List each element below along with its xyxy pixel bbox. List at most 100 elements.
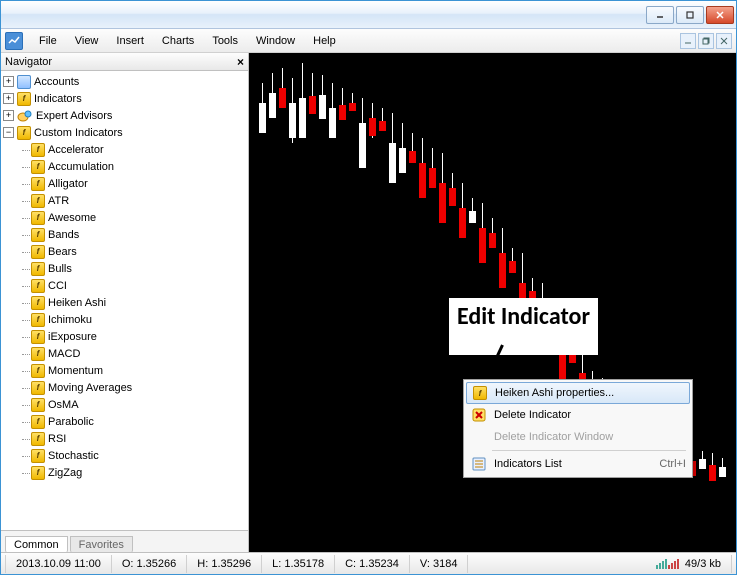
tree-custom-item[interactable]: fAwesome: [3, 209, 246, 226]
status-high: H: 1.35296: [187, 555, 262, 573]
menu-charts[interactable]: Charts: [154, 32, 202, 50]
menu-view[interactable]: View: [67, 32, 107, 50]
expand-icon[interactable]: +: [3, 110, 14, 121]
close-button[interactable]: [706, 6, 734, 24]
status-conn-text: 49/3 kb: [685, 558, 721, 570]
main-area: Navigator × + Accounts + f Indicators + …: [1, 53, 736, 552]
fx-icon: f: [31, 160, 45, 174]
navigator-header: Navigator ×: [1, 53, 248, 71]
minimize-button[interactable]: [646, 6, 674, 24]
ctx-indicators-list[interactable]: Indicators List Ctrl+I: [466, 453, 690, 475]
statusbar: 2013.10.09 11:00 O: 1.35266 H: 1.35296 L…: [1, 552, 736, 574]
tree-custom-item[interactable]: fiExposure: [3, 328, 246, 345]
tree-custom-item[interactable]: fParabolic: [3, 413, 246, 430]
tree-accounts[interactable]: + Accounts: [3, 73, 246, 90]
ctx-label: Delete Indicator Window: [494, 431, 613, 443]
tree-custom-item[interactable]: fMomentum: [3, 362, 246, 379]
tree-custom-item[interactable]: fStochastic: [3, 447, 246, 464]
tree-label: MACD: [48, 348, 80, 360]
tree-label: iExposure: [48, 331, 97, 343]
fx-icon: f: [31, 228, 45, 242]
fx-icon: f: [31, 364, 45, 378]
tree-label: Bears: [48, 246, 77, 258]
fx-icon: f: [31, 432, 45, 446]
ctx-properties[interactable]: f Heiken Ashi properties...: [466, 382, 690, 404]
tree-expert-advisors[interactable]: + Expert Advisors: [3, 107, 246, 124]
tree-custom-item[interactable]: fMACD: [3, 345, 246, 362]
tree-label: Momentum: [48, 365, 103, 377]
maximize-button[interactable]: [676, 6, 704, 24]
status-open: O: 1.35266: [112, 555, 187, 573]
tree-label: Heiken Ashi: [48, 297, 106, 309]
titlebar: [1, 1, 736, 29]
fx-icon: f: [31, 398, 45, 412]
fx-icon: f: [31, 415, 45, 429]
tree-custom-item[interactable]: fBands: [3, 226, 246, 243]
ctx-label: Delete Indicator: [494, 409, 571, 421]
tree-label: Ichimoku: [48, 314, 92, 326]
annotation-label: Edit Indicator: [449, 298, 598, 355]
ctx-delete-indicator[interactable]: Delete Indicator: [466, 404, 690, 426]
tree-custom-item[interactable]: fZigZag: [3, 464, 246, 481]
menu-window[interactable]: Window: [248, 32, 303, 50]
delete-icon: [470, 406, 488, 424]
mdi-restore-button[interactable]: [698, 33, 714, 49]
navigator-tree[interactable]: + Accounts + f Indicators + Expert Advis…: [1, 71, 248, 530]
ctx-label: Heiken Ashi properties...: [495, 387, 614, 399]
menu-help[interactable]: Help: [305, 32, 344, 50]
tree-label: Accounts: [34, 76, 79, 88]
fx-icon: f: [31, 449, 45, 463]
menu-tools[interactable]: Tools: [204, 32, 246, 50]
fx-icon: f: [31, 313, 45, 327]
tree-label: ZigZag: [48, 467, 82, 479]
tree-custom-item[interactable]: fBulls: [3, 260, 246, 277]
tab-common[interactable]: Common: [5, 536, 68, 552]
tree-label: Accelerator: [48, 144, 104, 156]
tree-custom-item[interactable]: fAlligator: [3, 175, 246, 192]
tree-label: Accumulation: [48, 161, 114, 173]
expand-icon[interactable]: +: [3, 76, 14, 87]
tree-custom-indicators[interactable]: − f Custom Indicators: [3, 124, 246, 141]
tree-custom-item[interactable]: fOsMA: [3, 396, 246, 413]
tab-favorites[interactable]: Favorites: [70, 536, 133, 552]
tree-label: Indicators: [34, 93, 82, 105]
mdi-minimize-button[interactable]: [680, 33, 696, 49]
tree-custom-item[interactable]: fBears: [3, 243, 246, 260]
expand-icon[interactable]: +: [3, 93, 14, 104]
tree-custom-item[interactable]: fAccumulation: [3, 158, 246, 175]
tree-label: ATR: [48, 195, 69, 207]
tree-custom-item[interactable]: fCCI: [3, 277, 246, 294]
navigator-panel: Navigator × + Accounts + f Indicators + …: [1, 53, 249, 552]
accounts-icon: [17, 75, 31, 89]
tree-custom-item[interactable]: fIchimoku: [3, 311, 246, 328]
tree-label: Custom Indicators: [34, 127, 123, 139]
tree-label: Parabolic: [48, 416, 94, 428]
fx-icon: f: [31, 143, 45, 157]
menu-insert[interactable]: Insert: [108, 32, 152, 50]
ctx-delete-window: Delete Indicator Window: [466, 426, 690, 448]
tree-custom-item[interactable]: fRSI: [3, 430, 246, 447]
tree-custom-item[interactable]: fATR: [3, 192, 246, 209]
mdi-close-button[interactable]: [716, 33, 732, 49]
tree-custom-item[interactable]: fHeiken Ashi: [3, 294, 246, 311]
tree-custom-item[interactable]: fMoving Averages: [3, 379, 246, 396]
tree-label: Stochastic: [48, 450, 99, 462]
tree-label: Moving Averages: [48, 382, 132, 394]
navigator-close-icon[interactable]: ×: [237, 55, 244, 69]
context-menu: f Heiken Ashi properties... Delete Indic…: [463, 379, 693, 478]
ctx-label: Indicators List: [494, 458, 562, 470]
tree-label: Bulls: [48, 263, 72, 275]
tree-custom-item[interactable]: fAccelerator: [3, 141, 246, 158]
fx-icon: f: [31, 262, 45, 276]
status-volume: V: 3184: [410, 555, 469, 573]
fx-icon: f: [31, 466, 45, 480]
tree-label: Alligator: [48, 178, 88, 190]
collapse-icon[interactable]: −: [3, 127, 14, 138]
app-icon: [5, 32, 23, 50]
fx-icon: f: [17, 126, 31, 140]
ctx-shortcut: Ctrl+I: [659, 458, 686, 470]
tree-indicators[interactable]: + f Indicators: [3, 90, 246, 107]
menu-file[interactable]: File: [31, 32, 65, 50]
fx-icon: f: [31, 194, 45, 208]
fx-icon: f: [31, 330, 45, 344]
